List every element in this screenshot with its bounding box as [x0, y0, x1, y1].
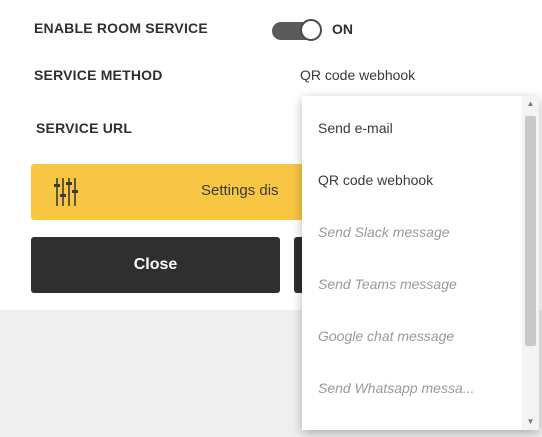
- toggle-knob: [300, 19, 322, 41]
- dropdown-option-list: Send e-mail QR code webhook Send Slack m…: [302, 102, 539, 414]
- toggle-state-label: ON: [332, 21, 353, 37]
- room-service-toggle[interactable]: [272, 19, 322, 41]
- sliders-icon: [54, 178, 78, 206]
- service-method-label: SERVICE METHOD: [34, 67, 163, 83]
- close-button[interactable]: Close: [31, 237, 280, 293]
- banner-text: Settings dis: [201, 182, 279, 199]
- service-method-dropdown[interactable]: Send e-mail QR code webhook Send Slack m…: [302, 96, 539, 430]
- scroll-down-arrow-icon[interactable]: ▼: [522, 414, 539, 430]
- dropdown-option: Send Slack message: [318, 224, 450, 240]
- dropdown-option[interactable]: Send e-mail: [302, 102, 508, 154]
- dropdown-option: Send Teams message: [318, 276, 457, 292]
- service-method-select[interactable]: QR code webhook: [300, 67, 415, 83]
- settings-disabled-banner: Settings dis: [31, 164, 321, 220]
- dropdown-option[interactable]: QR code webhook: [302, 154, 508, 206]
- service-url-label: SERVICE URL: [36, 120, 133, 136]
- enable-room-service-label: ENABLE ROOM SERVICE: [34, 20, 208, 36]
- dropdown-option: Send Whatsapp messa...: [318, 380, 475, 396]
- dropdown-option: Google chat message: [318, 328, 455, 344]
- dropdown-scrollbar[interactable]: ▲ ▼: [522, 96, 539, 430]
- scroll-up-arrow-icon[interactable]: ▲: [522, 96, 539, 112]
- scroll-thumb[interactable]: [525, 116, 536, 346]
